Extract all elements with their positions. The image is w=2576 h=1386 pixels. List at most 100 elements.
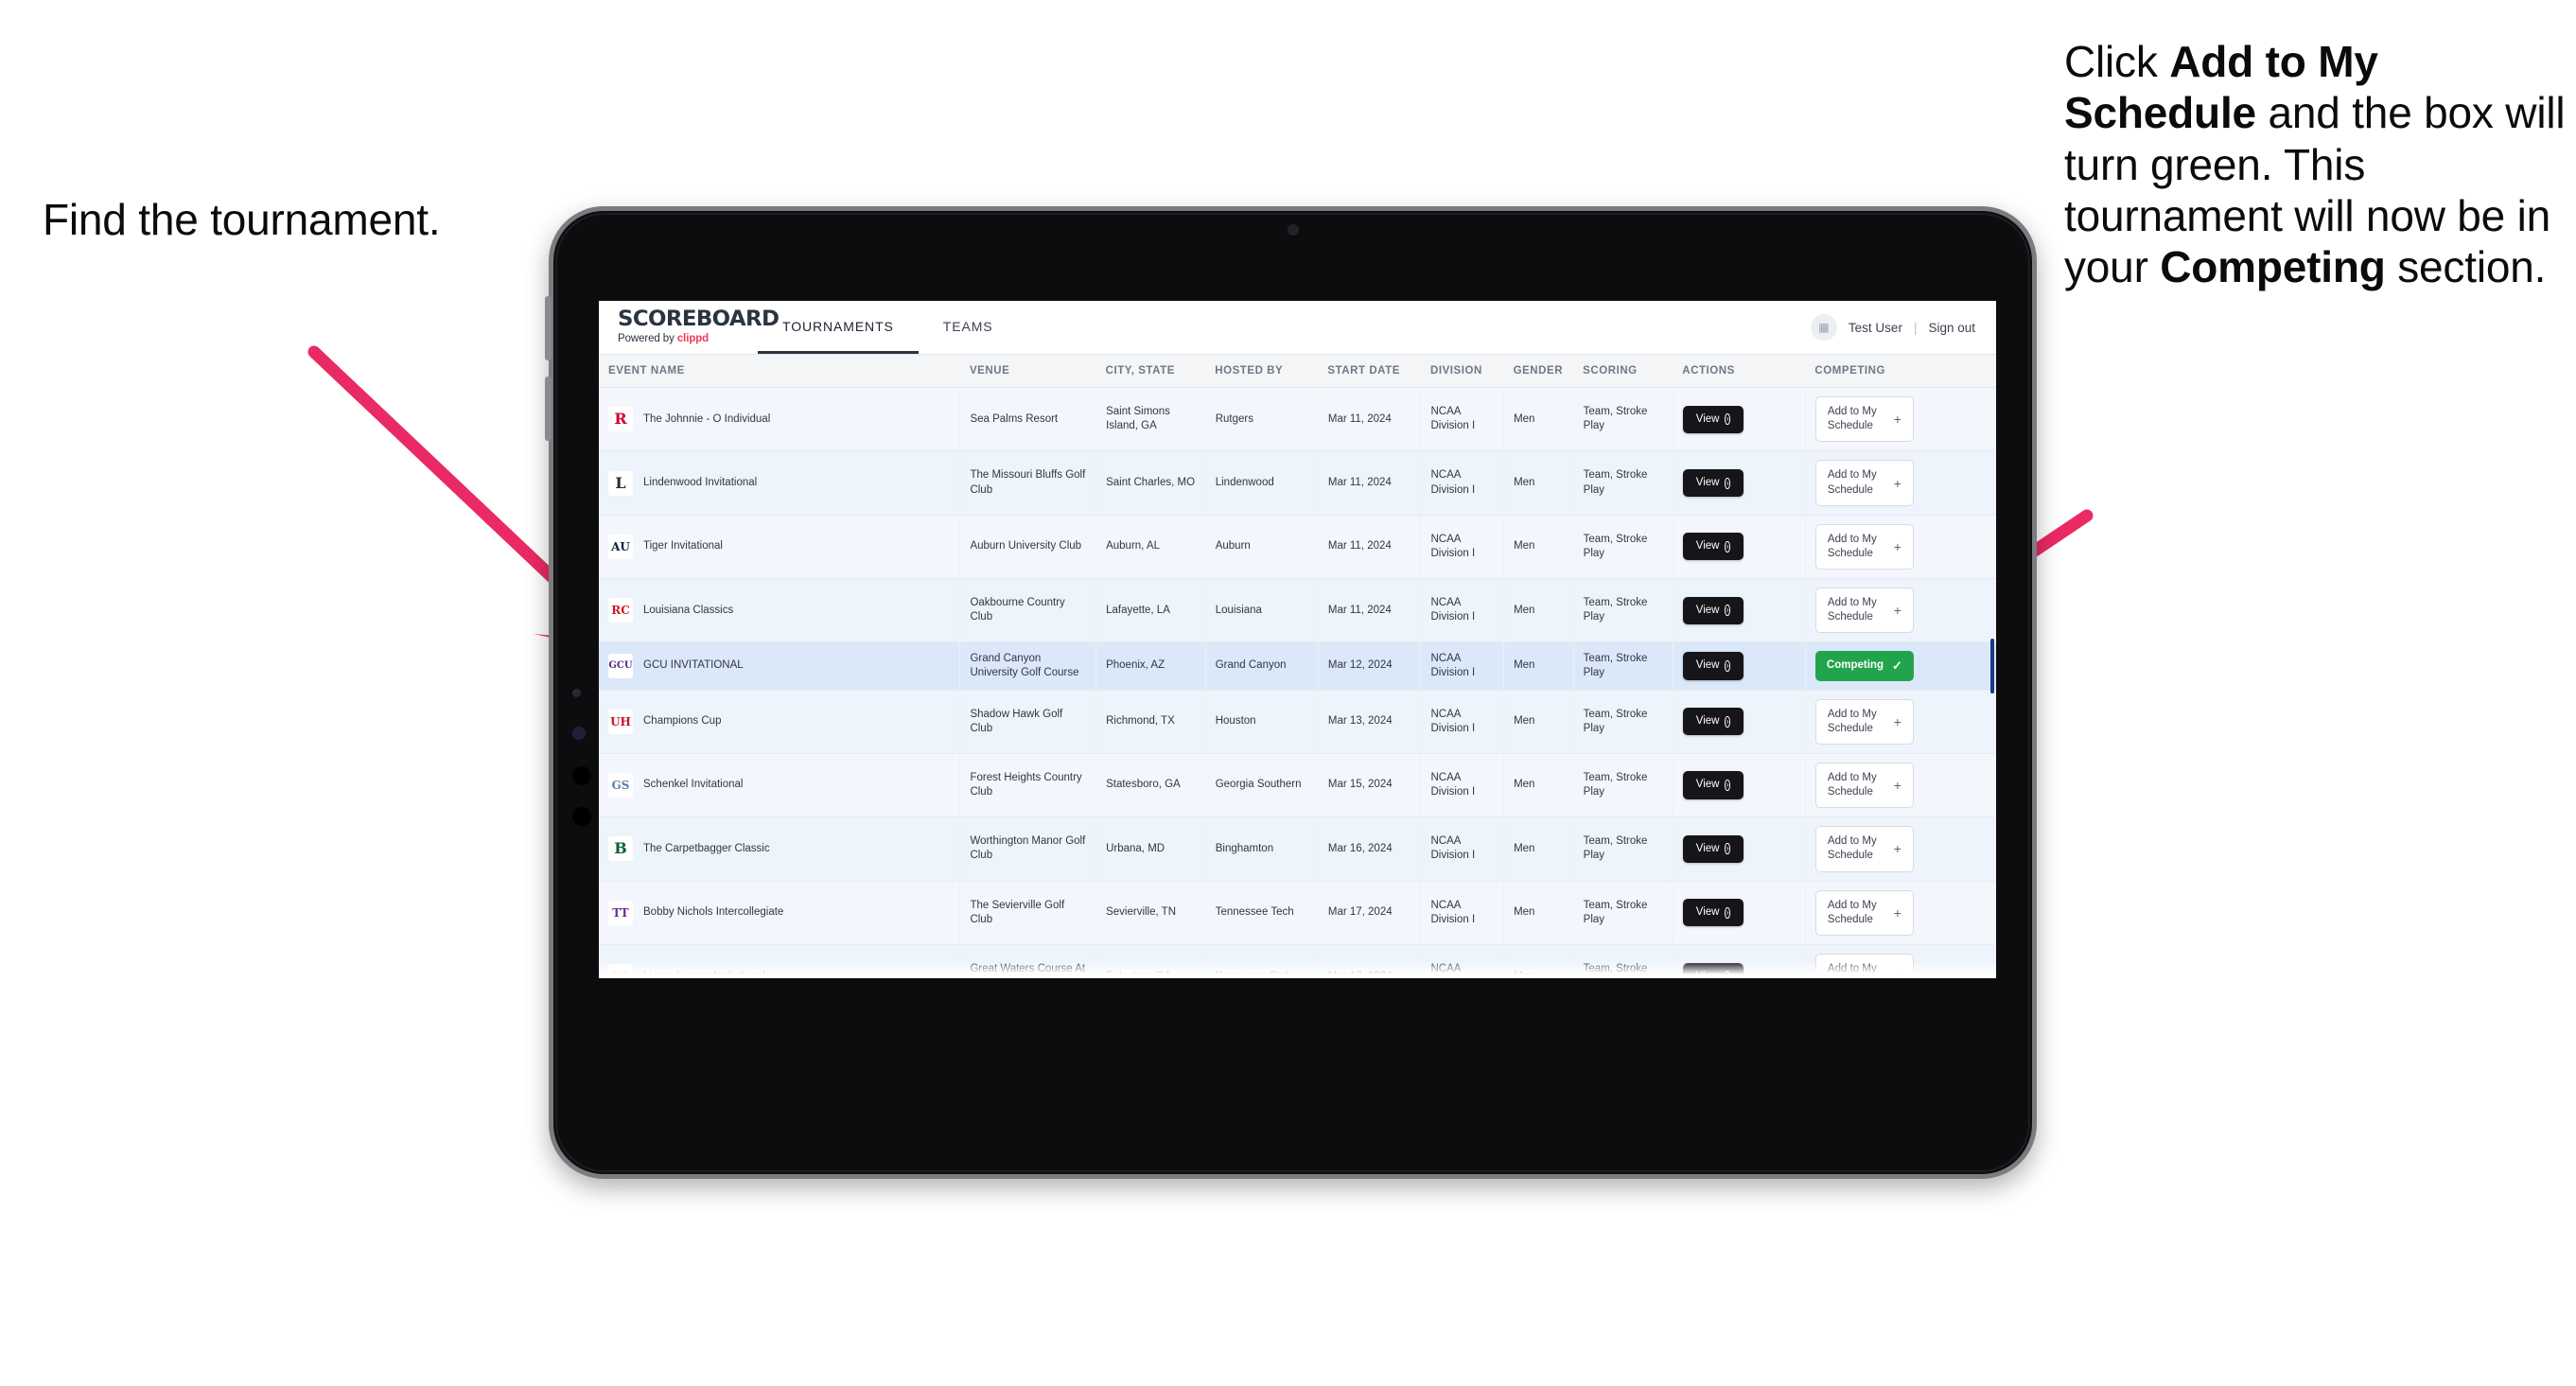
team-logo-icon: KS [608, 964, 633, 978]
add-to-my-schedule-button[interactable]: Add to My Schedule + [1814, 460, 1914, 506]
app-screen: SCOREBOARD Powered by clippd TOURNAMENTS… [599, 301, 1996, 978]
table-row[interactable]: B The Carpetbagger Classic Worthington Man… [599, 816, 1996, 882]
view-button[interactable]: View › [1682, 533, 1744, 561]
add-to-my-schedule-button[interactable]: Add to My Schedule + [1814, 889, 1914, 936]
table-row[interactable]: L Lindenwood Invitational The Missouri Blu… [599, 450, 1996, 516]
cell-event-name: GCU GCU INVITATIONAL [599, 641, 961, 691]
team-logo-icon: UH [608, 709, 633, 734]
cell-scoring: Team, Stroke Play [1573, 753, 1674, 818]
cell-city-state: Urbana, MD [1095, 816, 1206, 882]
cell-city-state: Statesboro, GA [1095, 753, 1206, 818]
tab-tournaments[interactable]: TOURNAMENTS [758, 301, 919, 354]
cell-competing: Add to My Schedule + [1805, 881, 1996, 945]
sign-out-link[interactable]: Sign out [1928, 321, 1975, 335]
arrow-right-circle-icon: › [1725, 971, 1730, 978]
cell-city-state: Auburn, AL [1095, 515, 1206, 580]
volume-up-button[interactable] [545, 296, 552, 360]
plus-icon: + [1893, 713, 1901, 729]
cell-gender: Men [1503, 753, 1574, 818]
cell-start-date: Mar 17, 2024 [1318, 881, 1422, 945]
team-logo-icon: TT [608, 900, 633, 925]
table-body: R The Johnnie - O Individual Sea Palms Res… [599, 387, 1996, 978]
cell-division: NCAA Division I [1420, 753, 1505, 818]
cell-actions: View › [1673, 387, 1806, 452]
cell-actions: View › [1673, 690, 1806, 754]
cell-start-date: Mar 15, 2024 [1318, 753, 1422, 818]
vertical-scrollbar[interactable] [1990, 639, 1994, 693]
add-to-my-schedule-label: Add to My Schedule [1827, 708, 1877, 734]
team-logo-icon: R [608, 407, 633, 432]
add-to-my-schedule-button[interactable]: Add to My Schedule + [1814, 953, 1914, 978]
cell-event-name: TT Bobby Nichols Intercollegiate [599, 881, 961, 945]
brand-powered-by: Powered by clippd [618, 333, 758, 344]
add-to-my-schedule-label: Add to My Schedule [1827, 597, 1877, 623]
view-button[interactable]: View › [1682, 962, 1744, 978]
add-to-my-schedule-button[interactable]: Add to My Schedule + [1814, 826, 1914, 872]
add-to-my-schedule-button[interactable]: Add to My Schedule + [1814, 588, 1914, 634]
cell-competing: Add to My Schedule + [1805, 578, 1996, 643]
cell-scoring: Team, Stroke Play [1573, 816, 1674, 882]
clippd-brand: clippd [676, 333, 710, 344]
table-row[interactable]: UH Champions Cup Shadow Hawk Golf Club Rich… [599, 690, 1996, 754]
view-button[interactable]: View › [1682, 468, 1744, 498]
table-row[interactable]: GS Schenkel Invitational Forest Heights Co… [599, 753, 1996, 818]
col-scoring: SCORING [1573, 355, 1674, 388]
cell-scoring: Team, Stroke Play [1573, 578, 1674, 643]
team-logo-icon: L [608, 470, 633, 496]
cell-hosted-by: Houston [1205, 690, 1319, 754]
cell-hosted-by: Lindenwood [1205, 450, 1319, 516]
cell-hosted-by: Auburn [1205, 515, 1319, 580]
cell-hosted-by: Louisiana [1205, 578, 1319, 643]
cell-scoring: Team, Stroke Play [1573, 387, 1674, 452]
cell-event-name: B The Carpetbagger Classic [599, 816, 961, 882]
col-actions: ACTIONS [1673, 355, 1806, 388]
arrow-right-circle-icon: › [1725, 843, 1730, 855]
arrow-right-circle-icon: › [1725, 413, 1730, 426]
view-button[interactable]: View › [1682, 899, 1744, 927]
add-to-my-schedule-button[interactable]: Add to My Schedule + [1814, 698, 1914, 745]
view-button[interactable]: View › [1682, 834, 1744, 863]
table-row[interactable]: RC Louisiana Classics Oakbourne Country Cl… [599, 578, 1996, 643]
annotation-right-part-0: Click [2064, 37, 2170, 86]
app-header: SCOREBOARD Powered by clippd TOURNAMENTS… [599, 301, 1996, 355]
event-cell: UH Champions Cup [608, 709, 950, 734]
table-row[interactable]: R The Johnnie - O Individual Sea Palms Res… [599, 387, 1996, 452]
cell-division: NCAA Division I [1420, 944, 1505, 978]
table-header: EVENT NAME VENUE CITY, STATE HOSTED BY S… [599, 355, 1996, 388]
add-to-my-schedule-button[interactable]: Add to My Schedule + [1814, 762, 1914, 809]
view-button[interactable]: View › [1682, 652, 1744, 680]
view-button[interactable]: View › [1682, 771, 1744, 799]
add-to-my-schedule-button[interactable]: Add to My Schedule + [1814, 523, 1914, 570]
cell-venue: Forest Heights Country Club [959, 753, 1097, 818]
view-button[interactable]: View › [1682, 405, 1744, 433]
event-cell: GCU GCU INVITATIONAL [608, 653, 950, 678]
tab-teams[interactable]: TEAMS [919, 301, 1018, 354]
cell-competing: Add to My Schedule + [1805, 515, 1996, 580]
table-row[interactable]: GCU GCU INVITATIONAL Grand Canyon Universi… [599, 641, 1996, 691]
table-row[interactable]: AU Tiger Invitational Auburn University Cl… [599, 515, 1996, 580]
arrow-right-circle-icon: › [1725, 540, 1730, 553]
cell-event-name: R The Johnnie - O Individual [599, 387, 961, 452]
view-button[interactable]: View › [1682, 708, 1744, 736]
competing-button[interactable]: Competing ✓ [1814, 651, 1914, 681]
table-row[interactable]: TT Bobby Nichols Intercollegiate The Sevie… [599, 881, 1996, 945]
cell-competing: Add to My Schedule + [1805, 944, 1996, 978]
front-camera-icon [1287, 224, 1299, 236]
cell-hosted-by: Grand Canyon [1205, 641, 1319, 691]
cell-start-date: Mar 13, 2024 [1318, 690, 1422, 754]
grid-icon[interactable]: ▦ [1810, 314, 1837, 341]
add-to-my-schedule-button[interactable]: Add to My Schedule + [1814, 396, 1914, 443]
view-button-label: View [1695, 540, 1720, 553]
event-name-label: GCU INVITATIONAL [643, 659, 744, 672]
cell-city-state: Richmond, TX [1095, 690, 1206, 754]
powered-prefix: Powered by [618, 333, 677, 344]
cell-gender: Men [1503, 578, 1574, 643]
table-row[interactable]: KS Linger Longer Invitational Great Waters… [599, 944, 1996, 978]
cell-actions: View › [1673, 816, 1806, 882]
cell-scoring: Team, Stroke Play [1573, 944, 1674, 978]
col-hosted-by: HOSTED BY [1205, 355, 1319, 388]
event-cell: GS Schenkel Invitational [608, 773, 950, 798]
volume-down-button[interactable] [545, 377, 552, 441]
view-button[interactable]: View › [1682, 596, 1744, 624]
view-button-label: View [1695, 412, 1720, 425]
